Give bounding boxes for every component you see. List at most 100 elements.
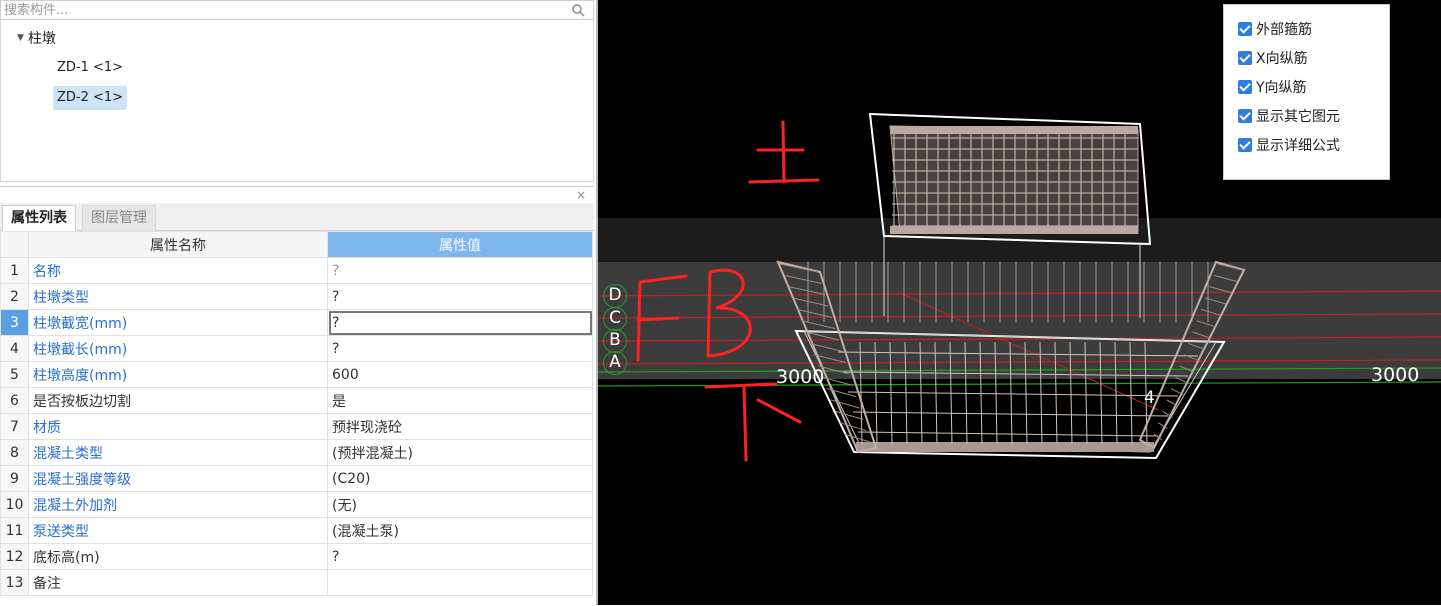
property-value[interactable] [327,569,593,596]
table-row[interactable]: 8 混凝土类型 (预拌混凝土) [0,439,593,466]
rebar-line [831,399,860,409]
property-name: 混凝土强度等级 [28,465,328,492]
rebar-line [847,391,1179,397]
property-value[interactable]: 是 [327,387,593,414]
row-number: 5 [0,361,29,388]
display-options-panel: 外部箍筋 X向纵筋 Y向纵筋 显示其它图元 显示详细公式 [1223,4,1390,180]
option-label: 外部箍筋 [1256,22,1312,38]
property-name: 柱墩类型 [28,283,328,310]
search-input[interactable] [1,1,564,19]
dimension-right: 3000 [1371,364,1420,386]
option-show-detailed-formula[interactable]: 显示详细公式 [1238,135,1340,155]
annotation-xia-top [704,382,778,389]
table-row[interactable]: 3 柱墩截宽(mm)? [0,309,593,336]
property-name: 底标高(m) [28,543,328,570]
property-value[interactable]: ? [327,283,593,310]
option-label: 显示其它图元 [1256,109,1340,125]
table-row[interactable]: 7 材质 预拌现浇砼 [0,413,593,440]
tree-item-zd1[interactable]: ZD-1 <1> [53,56,127,80]
row-number: 12 [0,543,29,570]
row-number: 1 [0,257,29,284]
property-value[interactable]: ? [327,543,593,570]
row-number: 7 [0,413,29,440]
option-label: 显示详细公式 [1256,138,1340,154]
axis-label-b: B [609,330,621,350]
option-x-longitudinal[interactable]: X向纵筋 [1238,48,1308,68]
row-number: 6 [0,387,29,414]
row-number: 8 [0,439,29,466]
property-name: 材质 [28,413,328,440]
table-row[interactable]: 1 名称? [0,257,593,284]
option-show-other-elements[interactable]: 显示其它图元 [1238,106,1340,126]
table-row[interactable]: 9 混凝土强度等级 (C20) [0,465,593,492]
property-value[interactable]: (混凝土泵) [327,517,593,544]
left-panel: ▼ 柱墩 ZD-1 <1> ZD-2 <1> × 属性列表 图层管理 属性名称 … [0,0,598,606]
row-number: 13 [0,569,29,596]
tree-root[interactable]: ▼ 柱墩 [17,28,56,48]
property-name: 混凝土外加剂 [28,491,328,518]
corner-cell [0,231,29,258]
property-name: 柱墩截长(mm) [28,335,328,362]
table-row[interactable]: 12 底标高(m)? [0,543,593,570]
column-header-value[interactable]: 属性值 [327,231,593,258]
property-value[interactable]: 600 [327,361,593,388]
property-value[interactable]: (无) [327,491,593,518]
annotation-xia-stem [742,386,748,462]
property-name: 备注 [28,569,328,596]
rebar-line [852,411,1169,417]
property-name: 柱墩高度(mm) [28,361,328,388]
property-value[interactable]: ? [327,257,593,284]
property-table: 属性名称 属性值 1 名称? 2 柱墩类型? 3 柱墩截宽(mm)? 4 柱墩截长(mm)? 5… [0,231,593,596]
search-box[interactable] [0,0,594,20]
annotation-f-mid [636,316,680,322]
table-row[interactable]: 5 柱墩高度(mm) 600 [0,361,593,388]
grid-marker-4: 4 [1144,388,1155,408]
row-number: 4 [0,335,29,362]
rebar-line [826,388,857,398]
table-row[interactable]: 13 备注 [0,569,593,596]
property-value[interactable]: ? [327,335,593,362]
annotation-tu-stem [781,120,786,184]
search-icon[interactable] [571,3,585,17]
checkbox-checked-icon[interactable] [1238,80,1252,94]
row-number: 10 [0,491,29,518]
property-name: 混凝土类型 [28,439,328,466]
option-label: X向纵筋 [1256,51,1308,67]
annotation-xia-dot [756,398,802,424]
property-name: 名称 [28,257,328,284]
property-name: 是否按板边切割 [28,387,328,414]
table-row[interactable]: 6 是否按板边切割是 [0,387,593,414]
checkbox-checked-icon[interactable] [1238,138,1252,152]
row-number: 2 [0,283,29,310]
property-value[interactable]: ? [327,309,593,336]
tab-property-list[interactable]: 属性列表 [2,205,76,232]
tree-item-zd2[interactable]: ZD-2 <1> [53,86,128,110]
3d-viewport[interactable]: D C B A 3000 3000 4 外部箍筋 X向纵筋 Y向纵筋 显示其它图… [598,0,1441,605]
rebar-line [857,431,1159,437]
property-value[interactable]: (预拌混凝土) [327,439,593,466]
checkbox-checked-icon[interactable] [1238,109,1252,123]
table-row[interactable]: 11 泵送类型 (混凝土泵) [0,517,593,544]
checkbox-checked-icon[interactable] [1238,22,1252,36]
property-name: 泵送类型 [28,517,328,544]
property-value[interactable]: 预拌现浇砼 [327,413,593,440]
option-outer-stirrup[interactable]: 外部箍筋 [1238,19,1312,39]
component-tree: ▼ 柱墩 ZD-1 <1> ZD-2 <1> [0,20,594,182]
checkbox-checked-icon[interactable] [1238,51,1252,65]
column-header-name[interactable]: 属性名称 [28,231,328,258]
axis-label-d: D [608,285,622,305]
option-y-longitudinal[interactable]: Y向纵筋 [1238,77,1307,97]
table-row[interactable]: 10 混凝土外加剂 (无) [0,491,593,518]
caret-down-icon[interactable]: ▼ [17,33,24,43]
row-number: 11 [0,517,29,544]
dimension-left: 3000 [776,366,825,388]
table-row[interactable]: 2 柱墩类型? [0,283,593,310]
close-icon[interactable]: × [576,188,586,202]
tab-bar: 属性列表 图层管理 [0,203,594,232]
table-row[interactable]: 4 柱墩截长(mm)? [0,335,593,362]
tab-layer-management[interactable]: 图层管理 [82,205,156,232]
property-name: 柱墩截宽(mm) [28,309,328,336]
row-number: 9 [0,465,29,492]
property-value[interactable]: (C20) [327,465,593,492]
axis-label-a: A [609,352,621,372]
